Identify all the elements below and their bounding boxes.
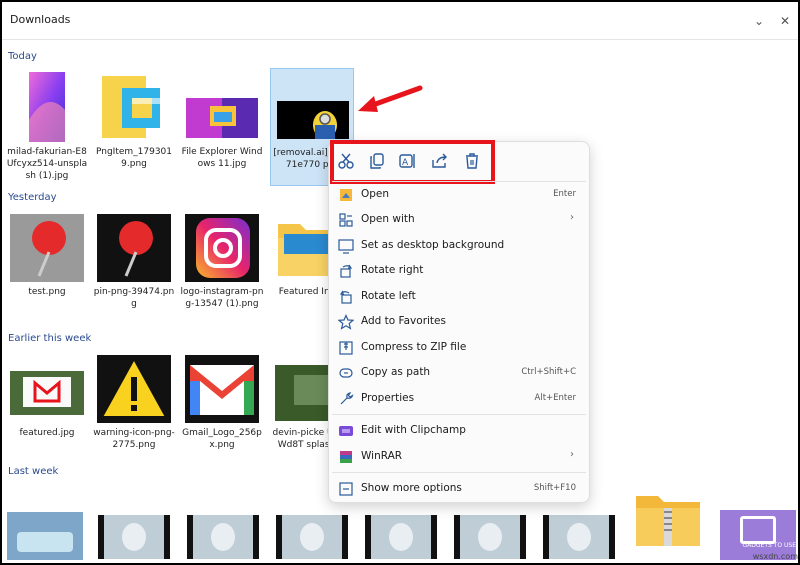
file-item[interactable]: warning-icon-png-2775.png bbox=[92, 349, 176, 459]
file-name: test.png bbox=[28, 287, 66, 297]
close-icon[interactable]: ✕ bbox=[776, 12, 794, 30]
file-item[interactable]: milad-fakurian-E8Ufcyxz514-unsplash (1).… bbox=[5, 68, 89, 181]
menu-item-compress-zip[interactable]: Compress to ZIP file bbox=[332, 336, 586, 360]
section-yesterday[interactable]: Yesterday bbox=[8, 192, 57, 203]
file-item[interactable]: test.png bbox=[5, 208, 89, 318]
zip-icon bbox=[339, 341, 353, 355]
share-icon[interactable] bbox=[430, 152, 450, 170]
file-item[interactable]: Gmail_Logo_256px.png bbox=[180, 349, 264, 459]
menu-separator bbox=[332, 181, 586, 182]
gmail-logo-icon bbox=[185, 355, 259, 423]
file-thumbnail[interactable] bbox=[187, 515, 259, 559]
file-thumbnail bbox=[277, 101, 349, 139]
menu-item-rotate-left[interactable]: Rotate left bbox=[332, 285, 586, 309]
file-thumbnail bbox=[186, 98, 258, 138]
open-icon bbox=[340, 189, 352, 201]
menu-separator bbox=[332, 414, 586, 415]
desktop-icon bbox=[338, 239, 354, 254]
file-thumbnail bbox=[185, 214, 259, 282]
file-name: logo-instagram-png-13547 (1).png bbox=[180, 287, 264, 309]
file-thumbnail[interactable] bbox=[276, 515, 348, 559]
section-earlier-this-week[interactable]: Earlier this week bbox=[8, 333, 91, 344]
watermark-text: GADGETS TO USE bbox=[742, 542, 796, 549]
file-item[interactable]: PngItem_1793019.png bbox=[92, 68, 176, 178]
file-item[interactable]: logo-instagram-png-13547 (1).png bbox=[180, 208, 264, 326]
window-title: Downloads bbox=[10, 13, 71, 26]
file-item[interactable]: File Explorer Windows 11.jpg bbox=[180, 68, 264, 178]
file-thumbnail[interactable] bbox=[454, 515, 526, 559]
menu-item-set-desktop-background[interactable]: Set as desktop background bbox=[332, 234, 586, 258]
file-name: pin-png-39474.png bbox=[93, 287, 175, 309]
winrar-icon bbox=[340, 451, 352, 463]
menu-separator bbox=[332, 472, 586, 473]
svg-text:A: A bbox=[402, 158, 409, 168]
menu-item-copy-as-path[interactable]: Copy as path Ctrl+Shift+C bbox=[332, 361, 586, 385]
menu-item-open-with[interactable]: Open with › bbox=[332, 208, 586, 232]
file-thumbnail bbox=[102, 76, 160, 138]
zip-folder-icon[interactable] bbox=[632, 490, 704, 550]
star-icon bbox=[338, 314, 354, 330]
cut-icon[interactable] bbox=[336, 152, 356, 170]
file-name: PngItem_1793019.png bbox=[95, 147, 173, 169]
menu-item-add-to-favorites[interactable]: Add to Favorites bbox=[332, 310, 586, 334]
file-thumbnail bbox=[10, 371, 84, 415]
wrench-icon bbox=[340, 392, 354, 405]
file-name: File Explorer Windows 11.jpg bbox=[181, 147, 263, 169]
rotate-right-icon bbox=[340, 264, 353, 278]
file-item[interactable]: featured.jpg bbox=[5, 349, 89, 459]
menu-item-edit-with-clipchamp[interactable]: Edit with Clipchamp bbox=[332, 419, 586, 443]
clipchamp-icon bbox=[339, 426, 353, 436]
chevron-right-icon: › bbox=[570, 449, 574, 460]
file-name: featured.jpg bbox=[19, 428, 75, 438]
section-today[interactable]: Today bbox=[8, 51, 37, 62]
file-thumbnail bbox=[10, 214, 84, 282]
path-icon bbox=[339, 368, 353, 378]
menu-item-rotate-right[interactable]: Rotate right bbox=[332, 259, 586, 283]
apps-icon bbox=[339, 213, 353, 227]
section-last-week[interactable]: Last week bbox=[8, 466, 58, 477]
delete-icon[interactable] bbox=[462, 152, 482, 170]
file-name: milad-fakurian-E8Ufcyxz514-unsplash (1).… bbox=[6, 147, 88, 181]
menu-item-open[interactable]: Open Enter bbox=[332, 183, 586, 207]
arrow-annotation-icon bbox=[358, 85, 423, 112]
chevron-down-icon[interactable]: ⌄ bbox=[750, 12, 768, 30]
file-name: Gmail_Logo_256px.png bbox=[182, 428, 262, 450]
menu-item-properties[interactable]: Properties Alt+Enter bbox=[332, 387, 586, 411]
file-thumbnail[interactable] bbox=[543, 515, 615, 559]
menu-item-show-more-options[interactable]: Show more options Shift+F10 bbox=[332, 477, 586, 501]
title-bar: Downloads ⌄ ✕ bbox=[2, 2, 798, 40]
rename-icon[interactable]: A bbox=[398, 152, 418, 170]
file-item[interactable]: pin-png-39474.png bbox=[92, 208, 176, 318]
file-thumbnail[interactable] bbox=[365, 515, 437, 559]
file-thumbnail[interactable] bbox=[7, 512, 83, 560]
rotate-left-icon bbox=[339, 290, 352, 304]
watermark-site: wsxdn.com bbox=[752, 552, 798, 561]
file-thumbnail bbox=[97, 214, 171, 282]
file-thumbnail[interactable] bbox=[98, 515, 170, 559]
copy-icon[interactable] bbox=[367, 152, 387, 170]
more-options-icon bbox=[339, 482, 353, 496]
file-thumbnail bbox=[29, 72, 65, 142]
chevron-right-icon: › bbox=[570, 212, 574, 223]
warning-icon bbox=[97, 355, 171, 423]
file-name: warning-icon-png-2775.png bbox=[93, 428, 175, 450]
file-explorer-window: Downloads ⌄ ✕ Today Yesterday Earlier th… bbox=[2, 2, 798, 563]
menu-item-winrar[interactable]: WinRAR › bbox=[332, 445, 586, 469]
